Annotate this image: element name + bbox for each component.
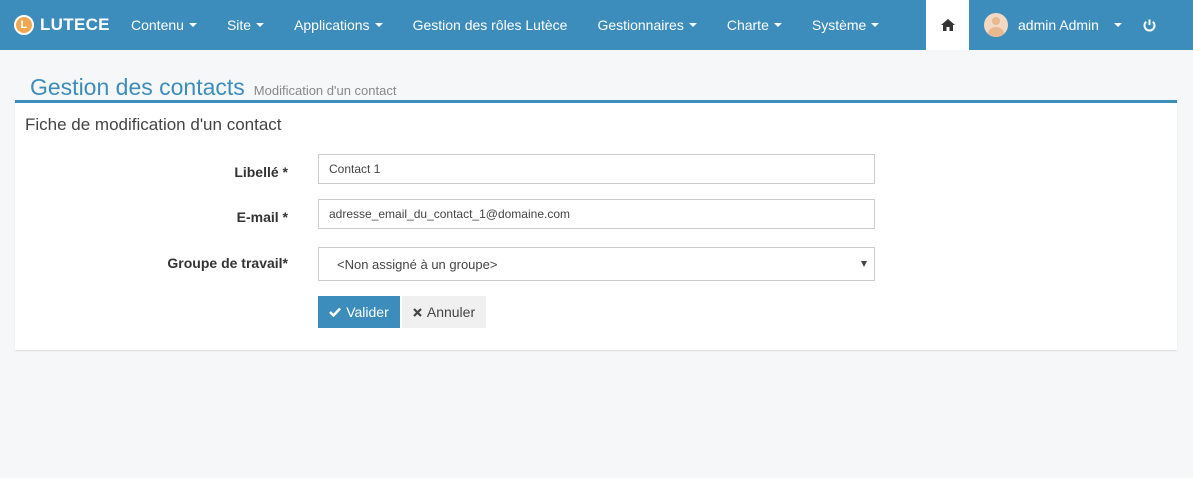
page-title: Gestion des contacts [30,74,245,100]
user-menu[interactable]: admin Admin [984,0,1122,50]
caret-down-icon [188,23,197,27]
menu-item-label: Gestion des rôles Lutèce [412,17,568,33]
brand[interactable]: L LUTECE [14,0,110,50]
cancel-button-label: Annuler [426,304,476,320]
email-label: E-mail * [236,209,288,225]
group-label: Groupe de travail* [167,255,288,271]
user-name: admin Admin [1018,17,1099,33]
caret-down-icon [871,23,880,27]
caret-down-icon [374,23,383,27]
check-icon [329,307,342,317]
avatar [984,13,1008,37]
menu-item-systeme[interactable]: Système [797,0,894,50]
home-icon [940,19,955,31]
menu-item-label: Charte [726,17,769,33]
menu-item-gestionnaires[interactable]: Gestionnaires [582,0,711,50]
power-icon [1143,19,1155,31]
lutece-logo-icon: L [14,15,34,35]
caret-down-icon [256,23,265,27]
submit-button-label: Valider [346,304,389,320]
menu-item-applications[interactable]: Applications [279,0,398,50]
contact-form-box: Fiche de modification d'un contact Libel… [15,100,1177,350]
menu-item-site[interactable]: Site [212,0,279,50]
menu-item-label: Gestionnaires [597,17,684,33]
submit-button[interactable]: Valider [318,296,400,328]
dropdown-arrow-icon [861,261,867,267]
page-header: Gestion des contacts Modification d'un c… [30,74,396,101]
logout-button[interactable] [1137,0,1161,50]
email-input[interactable] [318,199,875,229]
caret-down-icon [773,23,782,27]
page-subtitle: Modification d'un contact [253,83,397,98]
brand-name: LUTECE [40,15,110,34]
menu-item-charte[interactable]: Charte [712,0,797,50]
group-select[interactable]: <Non assigné à un groupe> [318,247,875,281]
home-button[interactable] [926,0,969,50]
menu-item-label: Site [226,17,252,33]
group-select-value: <Non assigné à un groupe> [337,256,498,272]
menu-item-label: Système [811,17,867,33]
form-title: Fiche de modification d'un contact [25,115,282,134]
libelle-label: Libellé * [234,164,288,180]
menu-item-label: Contenu [131,17,184,33]
menu-item-gestion-roles[interactable]: Gestion des rôles Lutèce [398,0,583,50]
menu-item-contenu[interactable]: Contenu [116,0,212,50]
caret-down-icon [688,23,697,27]
main-menu: Contenu Site Applications Gestion des rô… [116,0,894,50]
caret-down-icon [1113,23,1122,27]
top-navbar: L LUTECE Contenu Site Applications Gesti… [0,0,1193,50]
libelle-input[interactable] [318,154,875,184]
cancel-button[interactable]: Annuler [402,296,486,328]
close-icon [413,307,422,317]
menu-item-label: Applications [294,17,370,33]
